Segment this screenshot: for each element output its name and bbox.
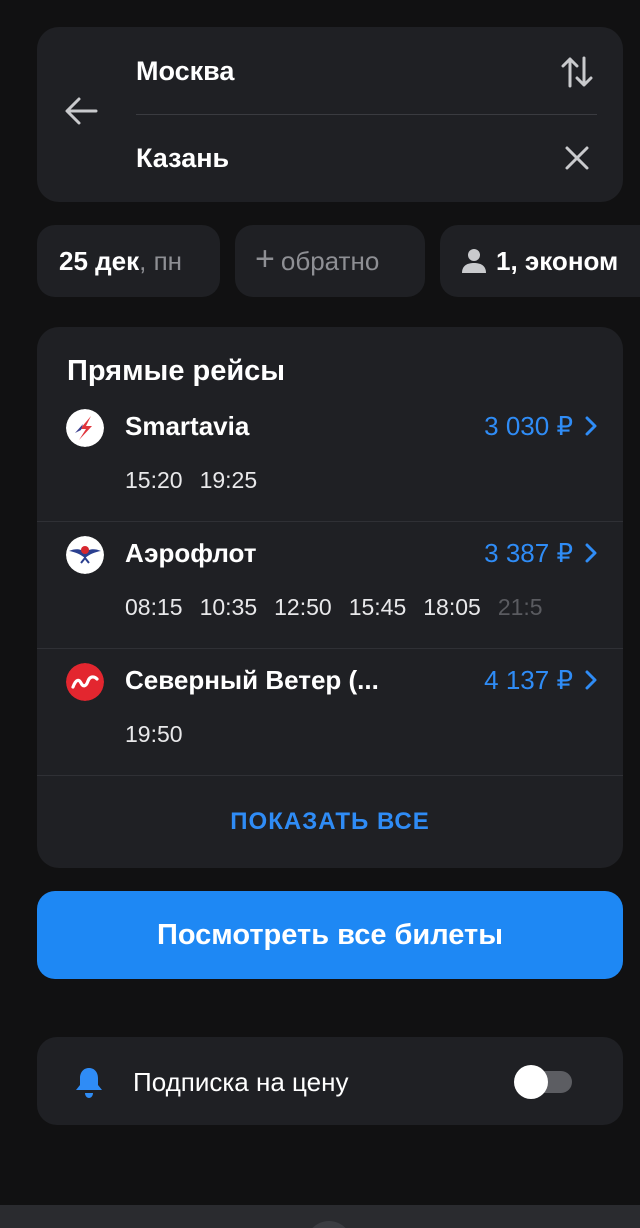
nordwind-logo-icon <box>66 663 104 701</box>
origin-field[interactable]: Москва <box>136 29 597 115</box>
person-icon <box>462 249 486 273</box>
close-icon <box>565 146 589 170</box>
passengers-chip[interactable]: 1, эконом <box>440 225 640 297</box>
chevron-right-icon <box>585 416 597 436</box>
departure-times: 08:15 10:35 12:50 15:45 18:05 21:5 <box>125 594 543 621</box>
back-button[interactable] <box>59 89 103 133</box>
direct-flights-card: Прямые рейсы Smartavia 3 030 ₽ 15:20 19:… <box>37 327 623 868</box>
time-slot[interactable]: 12:50 <box>274 594 332 621</box>
time-slot[interactable]: 19:50 <box>125 721 183 748</box>
flight-price: 4 137 ₽ <box>484 665 573 695</box>
toggle-knob <box>514 1065 548 1099</box>
departure-times: 15:20 19:25 <box>125 467 257 494</box>
departure-date-chip[interactable]: 25 дек, пн <box>37 225 220 297</box>
flight-row-smartavia[interactable]: Smartavia 3 030 ₽ 15:20 19:25 <box>37 395 623 522</box>
return-date-chip[interactable]: + обратно <box>235 225 425 297</box>
time-slot[interactable]: 10:35 <box>200 594 258 621</box>
arrow-left-icon <box>65 97 98 125</box>
smartavia-logo-icon <box>66 409 104 447</box>
view-all-tickets-button[interactable]: Посмотреть все билеты <box>37 891 623 979</box>
aeroflot-logo-icon <box>66 536 104 574</box>
plus-icon: + <box>255 240 275 278</box>
price-subscription-card[interactable]: Подписка на цену <box>37 1037 623 1125</box>
flight-row-nordwind[interactable]: Северный Ветер (... 4 137 ₽ 19:50 <box>37 649 623 776</box>
flight-price: 3 387 ₽ <box>484 538 573 568</box>
show-all-button[interactable]: ПОКАЗАТЬ ВСЕ <box>37 775 623 868</box>
airline-name: Северный Ветер (... <box>125 665 379 695</box>
price-subscription-toggle[interactable] <box>514 1065 572 1099</box>
time-slot[interactable]: 18:05 <box>423 594 481 621</box>
return-label: обратно <box>280 245 380 276</box>
time-slot[interactable]: 19:25 <box>200 467 258 494</box>
destination-city: Казань <box>136 142 230 173</box>
swap-vertical-icon <box>561 56 593 87</box>
flight-price: 3 030 ₽ <box>484 411 573 441</box>
time-slot[interactable]: 21:5 <box>498 594 543 621</box>
bottom-bar <box>0 1205 640 1228</box>
swap-button[interactable] <box>557 52 597 92</box>
time-slot[interactable]: 15:45 <box>349 594 407 621</box>
bottom-bar-handle <box>306 1221 352 1228</box>
date-day: 25 дек <box>59 245 140 276</box>
bell-icon <box>76 1068 102 1098</box>
airline-name: Smartavia <box>125 411 250 441</box>
airline-name: Аэрофлот <box>125 538 257 568</box>
departure-times: 19:50 <box>125 721 183 748</box>
chevron-right-icon <box>585 670 597 690</box>
date-weekday: , пн <box>139 245 183 276</box>
clear-destination-button[interactable] <box>557 138 597 178</box>
origin-city: Москва <box>136 56 235 86</box>
destination-field[interactable]: Казань <box>136 115 597 201</box>
time-slot[interactable]: 15:20 <box>125 467 183 494</box>
subscription-label: Подписка на цену <box>133 1067 349 1097</box>
route-card: Москва Казань <box>37 27 623 202</box>
time-slot[interactable]: 08:15 <box>125 594 183 621</box>
passengers-label: 1, эконом <box>496 245 619 276</box>
chevron-right-icon <box>585 543 597 563</box>
flight-row-aeroflot[interactable]: Аэрофлот 3 387 ₽ 08:15 10:35 12:50 15:45… <box>37 522 623 649</box>
section-title: Прямые рейсы <box>67 355 286 387</box>
